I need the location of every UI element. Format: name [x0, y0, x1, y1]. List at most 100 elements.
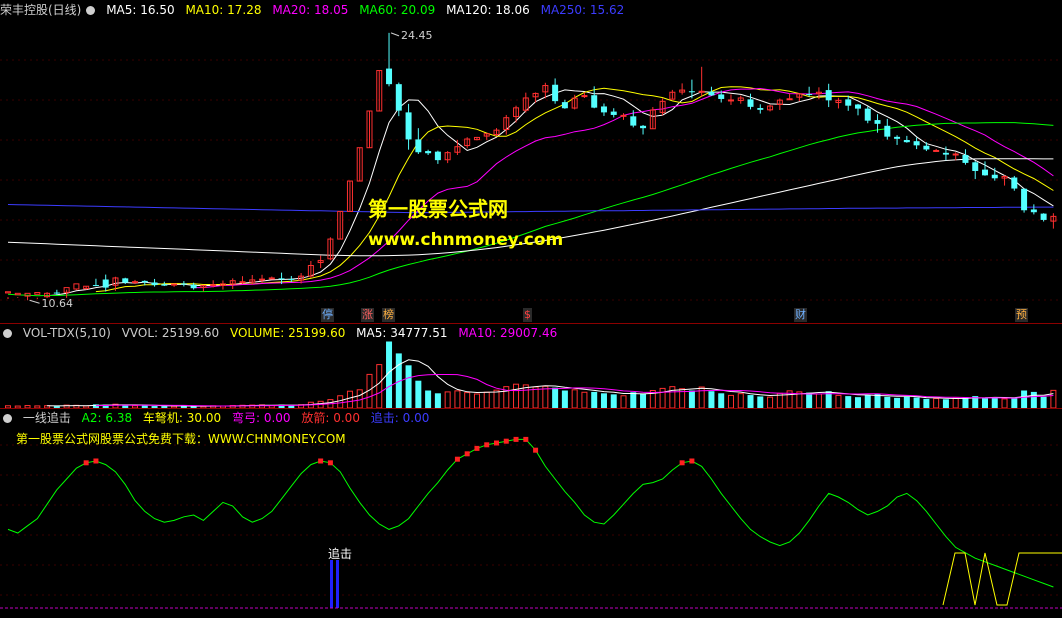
volume-bar — [757, 396, 764, 408]
candle-body — [259, 278, 266, 281]
candle-body — [688, 91, 695, 93]
vol-label-4: MA10: 29007.46 — [458, 326, 558, 340]
volume-bar — [894, 397, 901, 408]
volume-bar — [1021, 390, 1028, 408]
candle-body — [161, 284, 168, 286]
candle-body — [386, 68, 393, 85]
volume-bar — [815, 393, 822, 409]
candle-body — [190, 284, 197, 289]
pursuit-signal-bar — [330, 560, 333, 608]
ma-legend-1: MA10: 17.28 — [185, 3, 262, 17]
event-marker-2[interactable]: 榜 — [382, 308, 395, 322]
candle-body — [552, 84, 559, 102]
candle-body — [698, 90, 705, 93]
overbought-marker — [474, 445, 480, 451]
ma-legend-3: MA60: 20.09 — [359, 3, 436, 17]
candle-body — [610, 111, 617, 115]
volume-bar — [727, 394, 734, 409]
event-marker-3[interactable]: $ — [523, 308, 532, 322]
volume-bar — [346, 390, 353, 409]
candle-body — [1040, 213, 1047, 220]
volume-panel-header: VOL-TDX(5,10) VVOL: 25199.60 VOLUME: 251… — [0, 325, 564, 341]
ma-line-ma5 — [47, 89, 1054, 297]
event-marker-1[interactable]: 涨 — [361, 308, 374, 322]
volume-bar — [444, 391, 451, 409]
candle-body — [122, 278, 129, 283]
candle-body — [942, 152, 949, 155]
ind-label-4: 放箭: 0.00 — [301, 411, 360, 425]
event-marker-0[interactable]: 停 — [321, 308, 334, 322]
panel-toggle-icon[interactable] — [3, 414, 12, 423]
candle-body — [630, 116, 637, 126]
volume-bar — [356, 389, 363, 409]
candle-body — [14, 292, 21, 296]
volume-bar — [688, 390, 695, 408]
volume-bar — [483, 391, 490, 409]
volume-bar — [434, 393, 441, 408]
candle-body — [747, 99, 754, 107]
panel-toggle-icon[interactable] — [86, 6, 96, 15]
candle-body — [854, 104, 861, 109]
volume-bar — [473, 393, 480, 409]
candle-body — [1030, 209, 1037, 213]
ind-label-3: 弯弓: 0.00 — [231, 411, 291, 425]
candle-body — [1021, 188, 1028, 211]
crossbow-signal-line — [942, 552, 1062, 606]
candle-body — [102, 279, 109, 288]
candle-body — [132, 281, 139, 284]
ma-line-ma10 — [95, 86, 1054, 293]
volume-bar — [464, 392, 471, 409]
candle-body — [894, 136, 901, 139]
volume-bar — [620, 395, 627, 409]
candle-body — [923, 145, 930, 150]
candle-body — [210, 284, 217, 287]
overbought-marker — [83, 460, 89, 466]
volume-bar — [337, 395, 344, 409]
candle-body — [825, 90, 832, 101]
ind-label-2: 车弩机: 30.00 — [142, 411, 222, 425]
volume-bar — [913, 397, 920, 408]
overbought-marker — [464, 451, 470, 457]
volume-bar — [737, 393, 744, 409]
candle-body — [757, 108, 764, 110]
overbought-marker — [679, 460, 685, 466]
ma-line-ma250 — [7, 204, 1054, 214]
overbought-marker — [327, 460, 333, 466]
ma-legend-2: MA20: 18.05 — [272, 3, 349, 17]
candle-body — [425, 151, 432, 154]
overbought-marker — [513, 436, 519, 442]
event-marker-5[interactable]: 预 — [1015, 308, 1028, 322]
volume-bar — [942, 399, 949, 408]
volume-bar — [542, 385, 549, 409]
vol-label-1: VVOL: 25199.60 — [121, 326, 220, 340]
volume-bar — [415, 380, 422, 408]
volume-bar — [835, 394, 842, 409]
volume-bar — [493, 389, 500, 409]
volume-bar — [991, 397, 998, 408]
volume-bar — [698, 386, 705, 409]
ind-label-0: 一线追击 — [22, 411, 71, 425]
volume-bar — [923, 398, 930, 408]
volume-bar — [903, 396, 910, 408]
panel-toggle-icon[interactable] — [3, 329, 12, 338]
stock-title: 荣丰控股(日线) — [0, 3, 82, 17]
candle-body — [141, 280, 148, 283]
candle-body — [415, 139, 422, 153]
candle-body — [268, 277, 275, 280]
vol-label-2: VOLUME: 25199.60 — [229, 326, 346, 340]
candle-body — [581, 95, 588, 98]
volume-bar — [405, 365, 412, 408]
volume-bar — [552, 387, 559, 408]
volume-bar — [767, 396, 774, 409]
candle-body — [620, 114, 627, 117]
volume-bar — [982, 398, 988, 408]
volume-bar — [630, 392, 637, 408]
volume-bar — [806, 392, 813, 408]
candle-body — [24, 292, 31, 297]
event-marker-4[interactable]: 财 — [794, 308, 807, 322]
volume-ma5-line — [47, 359, 1054, 407]
watermark-title: 第一股票公式网 — [368, 197, 508, 221]
high-price-label: 24.45 — [401, 29, 433, 42]
candle-body — [727, 99, 734, 102]
volume-bar — [708, 391, 715, 408]
